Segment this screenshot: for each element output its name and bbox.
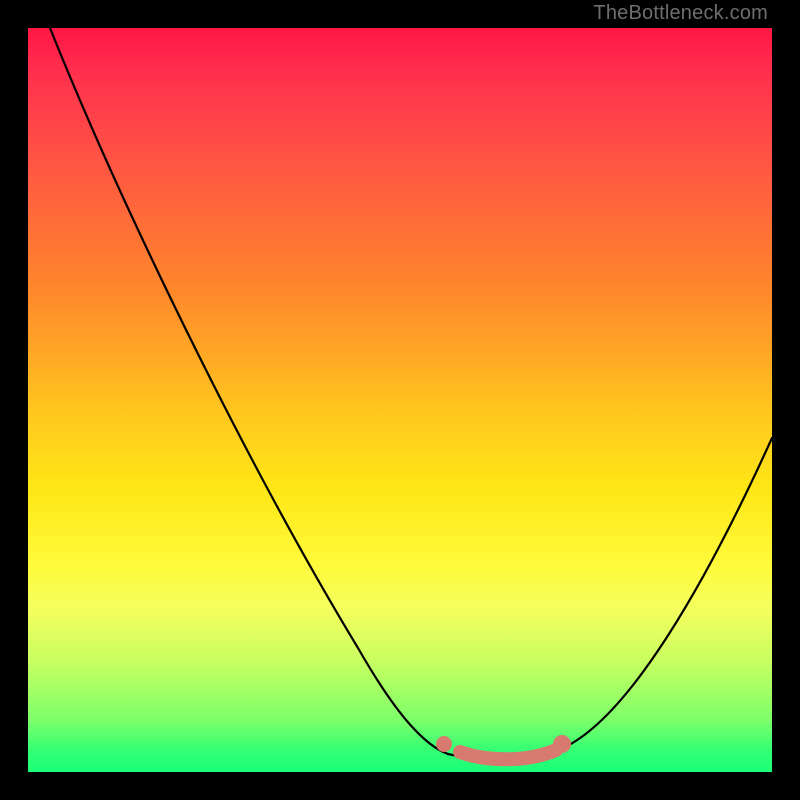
bottleneck-curve-right — [448, 438, 772, 760]
sweet-spot-end-dot — [553, 735, 571, 753]
chart-frame — [28, 28, 772, 772]
attribution-label: TheBottleneck.com — [593, 2, 768, 25]
bottleneck-curve-left — [50, 28, 448, 754]
sweet-spot-start-dot — [436, 736, 452, 752]
sweet-spot-highlight — [460, 750, 556, 759]
chart-overlay — [28, 28, 772, 772]
